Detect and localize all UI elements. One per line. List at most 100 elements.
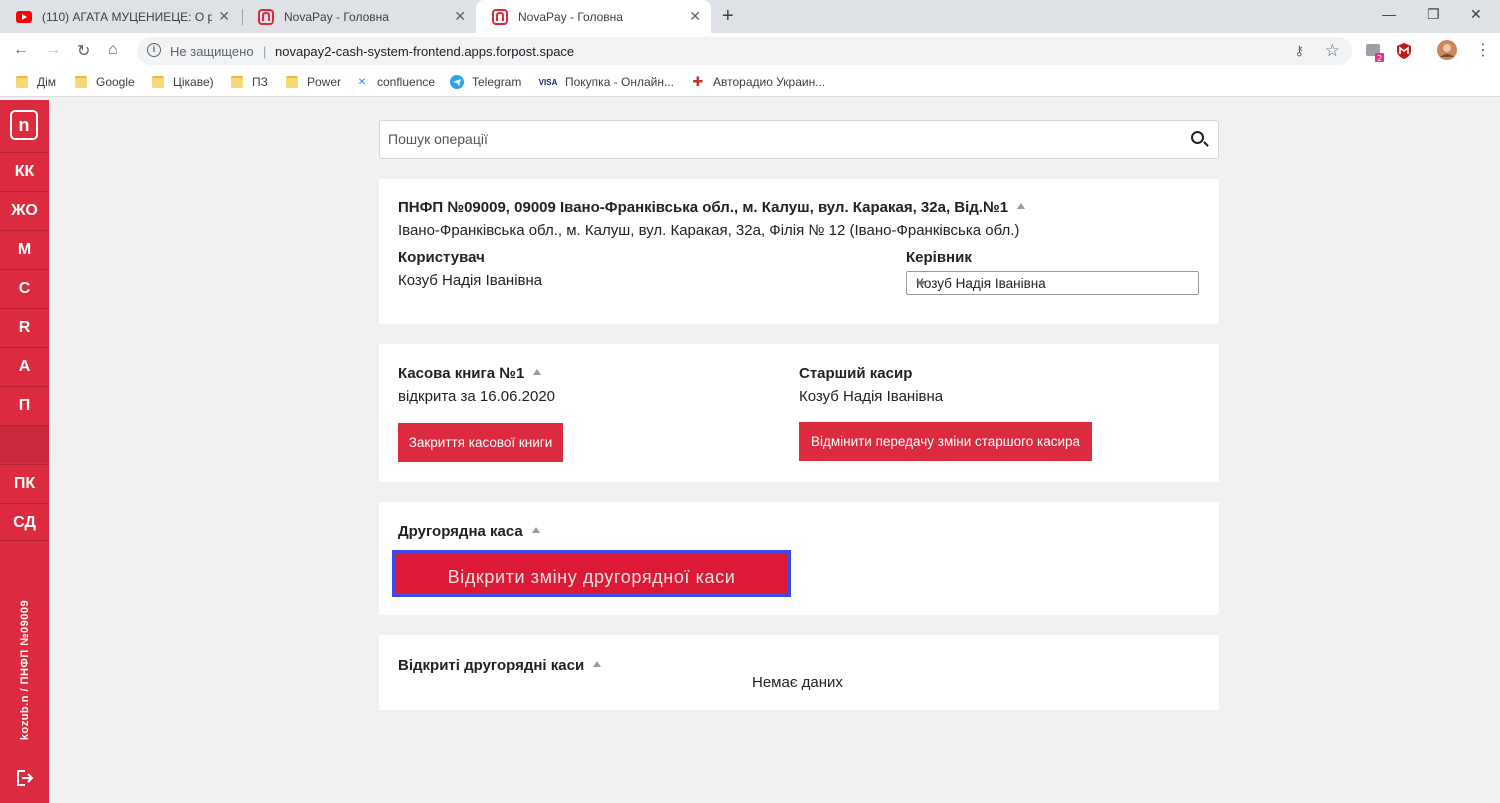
manager-selected-value: Козуб Надія Іванівна	[916, 276, 1046, 291]
url-text[interactable]: novapay2-cash-system-frontend.apps.forpo…	[275, 44, 574, 59]
chevron-down-icon	[916, 281, 926, 286]
collapse-caret-icon[interactable]	[1017, 203, 1026, 210]
forward-icon[interactable]: →	[45, 41, 61, 59]
search-input[interactable]	[388, 131, 1168, 147]
extension-badge: 2	[1377, 54, 1382, 63]
bookmark-item[interactable]: Telegram	[450, 75, 521, 89]
bookmark-star-icon[interactable]: ☆	[1325, 41, 1340, 61]
bookmark-item[interactable]: Power	[286, 75, 341, 89]
restore-icon[interactable]: ❐	[1427, 6, 1440, 23]
browser-tab[interactable]: NovaPay - Головна ✕	[242, 0, 476, 33]
sidebar-item-p[interactable]: П	[0, 386, 49, 424]
tab-title: (110) АГАТА МУЦЕНИЕЦЕ: О раз	[42, 9, 212, 24]
search-icon[interactable]	[1191, 131, 1204, 144]
cashbook-status: відкрита за 16.06.2020	[398, 388, 556, 405]
user-value: Козуб Надія Іванівна	[398, 272, 543, 289]
open-secondary-card: Відкриті другорядні каси Немає даних	[379, 635, 1219, 710]
bookmark-item[interactable]: Google	[75, 75, 135, 89]
tab-title: NovaPay - Головна	[518, 9, 623, 24]
bookmark-label: Покупка - Онлайн...	[565, 75, 675, 89]
address-bar[interactable]: i Не защищено | novapay2-cash-system-fro…	[137, 37, 1352, 65]
minimize-icon[interactable]: —	[1382, 6, 1396, 22]
visa-icon: VISA	[538, 77, 558, 87]
sidebar-item-pk[interactable]: ПК	[0, 464, 49, 502]
senior-cashier-value: Козуб Надія Іванівна	[799, 388, 944, 405]
close-cashbook-button[interactable]: Закриття касової книги	[398, 423, 563, 462]
user-text: kozub.n / ПНФП №09009	[19, 599, 31, 741]
cashbook-title[interactable]: Касова книга №1	[398, 365, 542, 382]
bookmark-item[interactable]: ✚ Авторадио Украин...	[691, 74, 826, 89]
sidebar-item-empty[interactable]	[0, 425, 49, 463]
security-label: Не защищено	[170, 44, 254, 59]
bookmark-label: ПЗ	[252, 75, 268, 89]
close-tab-icon[interactable]: ✕	[218, 9, 230, 23]
manager-select[interactable]: Козуб Надія Іванівна	[906, 271, 1199, 295]
close-tab-icon[interactable]: ✕	[454, 9, 466, 23]
bookmark-item[interactable]: ПЗ	[231, 75, 268, 89]
browser-tab-active[interactable]: NovaPay - Головна ✕	[476, 0, 711, 33]
new-tab-icon[interactable]: +	[722, 5, 734, 28]
sidebar-item-m[interactable]: М	[0, 230, 49, 268]
sidebar-item-r[interactable]: R	[0, 308, 49, 346]
branch-card: ПНФП №09009, 09009 Івано-Франківська обл…	[379, 179, 1219, 324]
collapse-caret-icon[interactable]	[531, 527, 540, 534]
back-icon[interactable]: ←	[13, 41, 29, 59]
secondary-title-text: Другорядна каса	[398, 523, 523, 540]
sidebar-item-zho[interactable]: ЖО	[0, 191, 49, 229]
bookmark-item[interactable]: Цікаве)	[152, 75, 214, 89]
home-icon[interactable]: ⌂	[108, 41, 118, 59]
novapay-logo[interactable]: n	[10, 110, 38, 140]
mcafee-icon[interactable]	[1396, 42, 1412, 65]
extension-icon[interactable]: 2	[1364, 41, 1386, 68]
open-secondary-title[interactable]: Відкриті другорядні каси	[398, 657, 602, 674]
reload-icon[interactable]: ↻	[77, 41, 90, 61]
logout-icon[interactable]	[14, 768, 34, 794]
cashbook-card: Касова книга №1 відкрита за 16.06.2020 З…	[379, 344, 1219, 482]
cancel-senior-transfer-button[interactable]: Відмінити передачу зміни старшого касира	[799, 422, 1092, 461]
key-icon[interactable]: ⚷	[1294, 43, 1304, 59]
secondary-title[interactable]: Другорядна каса	[398, 523, 540, 540]
folder-icon	[152, 76, 164, 88]
telegram-icon	[450, 75, 464, 89]
bookmark-label: Power	[307, 75, 342, 89]
senior-cashier-label: Старший касир	[799, 365, 913, 382]
bookmark-item[interactable]: VISA Покупка - Онлайн...	[539, 75, 674, 89]
folder-icon	[75, 76, 87, 88]
bookmark-item[interactable]: Дім	[16, 75, 56, 89]
radio-icon: ✚	[692, 74, 704, 89]
bookmark-label: Дім	[37, 75, 57, 89]
close-tab-icon[interactable]: ✕	[689, 9, 701, 23]
branch-title-text: ПНФП №09009, 09009 Івано-Франківська обл…	[398, 199, 1009, 216]
bookmark-label: Google	[96, 75, 135, 89]
browser-tab[interactable]: (110) АГАТА МУЦЕНИЕЦЕ: О раз ✕	[0, 0, 240, 33]
user-label: Користувач	[398, 249, 485, 266]
open-secondary-title-text: Відкриті другорядні каси	[398, 657, 585, 674]
bookmark-label: Telegram	[472, 75, 522, 89]
bookmarks-bar: Дім Google Цікаве) ПЗ Power ✕ confluence …	[0, 69, 1500, 97]
folder-icon	[16, 76, 28, 88]
address-separator: |	[263, 44, 267, 59]
sidebar-item-kk[interactable]: КК	[0, 152, 49, 190]
confluence-icon: ✕	[357, 76, 367, 88]
bookmark-item[interactable]: ✕ confluence	[355, 75, 435, 89]
collapse-caret-icon[interactable]	[593, 661, 602, 668]
bookmark-label: Цікаве)	[173, 75, 214, 89]
cashbook-title-text: Касова книга №1	[398, 365, 525, 382]
youtube-icon	[16, 9, 32, 25]
collapse-caret-icon[interactable]	[533, 369, 542, 376]
window-close-icon[interactable]: ✕	[1470, 6, 1482, 23]
profile-avatar[interactable]	[1437, 40, 1457, 65]
app-sidebar: n КК ЖО М С R А П ПК СД kozub.n / ПНФП №…	[0, 100, 49, 803]
sidebar-item-a[interactable]: А	[0, 347, 49, 385]
branch-address: Івано-Франківська обл., м. Калуш, вул. К…	[398, 222, 1020, 239]
novapay-icon	[258, 8, 274, 25]
branch-title[interactable]: ПНФП №09009, 09009 Івано-Франківська обл…	[398, 199, 1026, 216]
empty-state-text: Немає даних	[752, 674, 843, 691]
open-secondary-shift-button[interactable]: Відкрити зміну другорядної каси	[392, 550, 791, 597]
folder-icon	[231, 76, 243, 88]
sidebar-item-sd[interactable]: СД	[0, 503, 49, 541]
sidebar-item-s[interactable]: С	[0, 269, 49, 307]
secondary-cash-card: Другорядна каса Відкрити зміну другорядн…	[379, 502, 1219, 615]
info-icon[interactable]: i	[147, 43, 161, 57]
menu-kebab-icon[interactable]: ⋮	[1475, 40, 1491, 60]
